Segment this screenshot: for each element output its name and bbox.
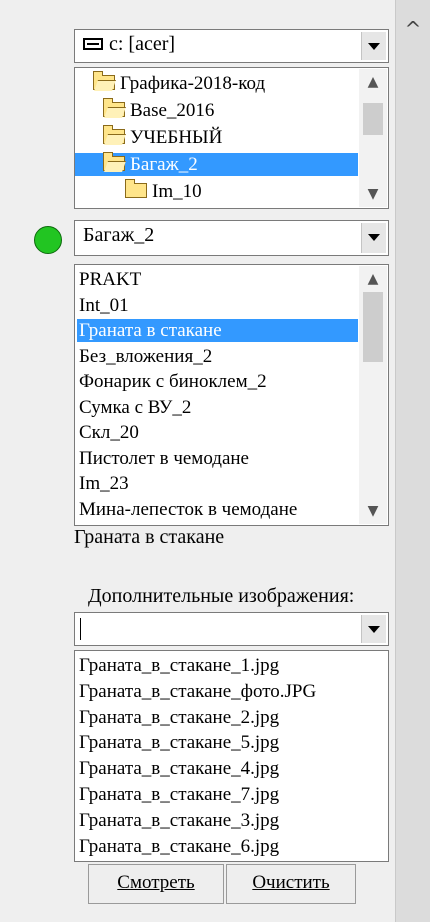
extra-images-label: Дополнительные изображения: (88, 585, 355, 607)
list-item[interactable]: PRAKT (77, 268, 358, 291)
list-item[interactable]: Пистолет в чемодане (77, 447, 358, 470)
file-list-item[interactable]: Граната_в_стакане_1.jpg (79, 654, 384, 677)
drive-select[interactable]: c: [acer] (74, 29, 389, 63)
status-light-icon (34, 226, 62, 254)
file-list-item[interactable]: Граната_в_стакане_4.jpg (79, 757, 384, 780)
selected-item-caption: Граната в стакане (74, 526, 225, 548)
items-list-scrollbar[interactable]: ▲ ▼ (359, 266, 387, 524)
list-item[interactable]: Без_вложения_2 (77, 345, 358, 368)
list-item[interactable]: Сумка с ВУ_2 (77, 396, 358, 419)
chevron-down-icon[interactable] (361, 32, 386, 60)
scroll-thumb[interactable] (363, 103, 383, 135)
folder-tree-item-label: Багаж_2 (130, 154, 198, 175)
folder-tree-item-label: УЧЕБНЫЙ (130, 127, 223, 148)
drive-select-value: c: [acer] (83, 33, 175, 56)
items-list: PRAKT Int_01 Граната в стакане Без_вложения… (74, 264, 389, 526)
file-list-item[interactable]: Граната_в_стакане_5.jpg (79, 731, 384, 754)
folder-tree-scrollbar[interactable]: ▲ ▼ (359, 69, 387, 207)
clear-button[interactable]: Очистить (226, 864, 356, 904)
extra-images-list: Граната_в_стакане_1.jpg Граната_в_стакане… (74, 650, 389, 862)
list-item[interactable]: Граната в стакане (77, 319, 358, 342)
folder-icon (125, 179, 147, 198)
list-item[interactable]: Мина-лепесток в чемодане (77, 498, 358, 521)
folder-tree-item[interactable]: УЧЕБНЫЙ (75, 125, 358, 149)
scroll-down-icon[interactable]: ▼ (359, 183, 387, 205)
chevron-down-icon[interactable] (361, 615, 386, 643)
open-folder-icon (93, 71, 115, 90)
scroll-up-icon[interactable]: ▲ (359, 268, 387, 290)
open-folder-icon (103, 152, 125, 171)
panel-scrollbar[interactable]: ^ (395, 0, 430, 922)
category-select[interactable]: Багаж_2 (74, 220, 389, 256)
folder-tree-item[interactable]: Im_10 (75, 179, 358, 203)
file-list-item[interactable]: Граната_в_стакане_7.jpg (79, 783, 384, 806)
file-list-item[interactable]: Граната_в_стакане_фото.JPG (79, 680, 384, 703)
file-list-item[interactable]: Граната_в_стакане_2.jpg (79, 706, 384, 729)
folder-tree-item-label: Im_10 (152, 181, 202, 202)
list-item[interactable]: Фонарик с биноклем_2 (77, 370, 358, 393)
folder-tree-item[interactable]: Багаж_2 (75, 152, 358, 176)
scroll-up-icon[interactable]: ▲ (359, 71, 387, 93)
scroll-thumb[interactable] (363, 292, 383, 362)
text-cursor (80, 618, 81, 640)
open-folder-icon (103, 98, 125, 117)
view-button[interactable]: Смотреть (88, 864, 224, 904)
scroll-up-icon[interactable]: ^ (402, 19, 424, 39)
drive-icon (83, 38, 103, 50)
folder-tree: Графика-2018-код Base_2016 УЧЕБНЫЙ Багаж_2 I… (74, 67, 389, 209)
category-select-value: Багаж_2 (83, 224, 155, 246)
side-panel: c: [acer] Графика-2018-код Base_2016 УЧЕБН… (0, 0, 395, 922)
file-list-item[interactable]: Граната_в_стакане_6.jpg (79, 835, 384, 858)
list-item[interactable]: Int_01 (77, 294, 358, 317)
list-item[interactable]: Im_23 (77, 472, 358, 495)
folder-tree-item[interactable]: Base_2016 (75, 98, 358, 122)
scroll-down-icon[interactable]: ▼ (359, 500, 387, 522)
extra-images-select[interactable] (74, 612, 389, 646)
chevron-down-icon[interactable] (361, 223, 386, 253)
folder-tree-item-label: Base_2016 (130, 100, 215, 121)
open-folder-icon (103, 125, 125, 144)
folder-tree-item-label: Графика-2018-код (120, 73, 266, 94)
folder-tree-item[interactable]: Графика-2018-код (75, 71, 358, 95)
file-list-item[interactable]: Граната_в_стакане_3.jpg (79, 809, 384, 832)
list-item[interactable]: Скл_20 (77, 421, 358, 444)
